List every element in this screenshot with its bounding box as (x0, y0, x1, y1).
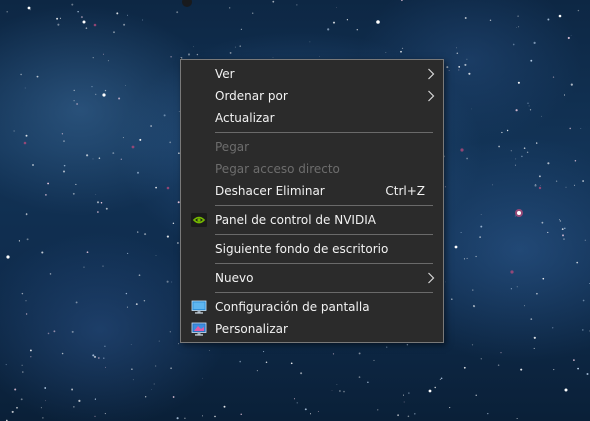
menu-separator (215, 263, 433, 264)
menu-item-pegar[interactable]: Pegar (181, 136, 443, 158)
menu-item-ordenar-por[interactable]: Ordenar por (181, 85, 443, 107)
menu-item-nvidia-panel[interactable]: Panel de control de NVIDIA (181, 209, 443, 231)
menu-item-configuracion-pantalla[interactable]: Configuración de pantalla (181, 296, 443, 318)
display-settings-icon (191, 300, 207, 314)
menu-item-pegar-acceso-directo[interactable]: Pegar acceso directo (181, 158, 443, 180)
desktop-context-menu: Ver Ordenar por Actualizar Pegar Pegar a… (180, 59, 444, 343)
menu-item-personalizar[interactable]: Personalizar (181, 318, 443, 340)
nvidia-icon (191, 213, 207, 227)
menu-item-label: Panel de control de NVIDIA (215, 213, 376, 227)
chevron-right-icon (428, 68, 435, 80)
menu-item-shortcut: Ctrl+Z (385, 184, 425, 198)
menu-item-ver[interactable]: Ver (181, 63, 443, 85)
menu-item-label: Ver (215, 67, 235, 81)
menu-separator (215, 234, 433, 235)
menu-item-label: Pegar (215, 140, 250, 154)
menu-item-deshacer-eliminar[interactable]: Deshacer Eliminar Ctrl+Z (181, 180, 443, 202)
chevron-right-icon (428, 90, 435, 102)
menu-item-siguiente-fondo[interactable]: Siguiente fondo de escritorio (181, 238, 443, 260)
menu-separator (215, 205, 433, 206)
menu-item-label: Siguiente fondo de escritorio (215, 242, 389, 256)
menu-item-label: Nuevo (215, 271, 254, 285)
menu-item-label: Configuración de pantalla (215, 300, 370, 314)
chevron-right-icon (428, 272, 435, 284)
desktop-background[interactable]: Ver Ordenar por Actualizar Pegar Pegar a… (0, 0, 590, 421)
personalize-icon (191, 322, 207, 336)
menu-item-label: Ordenar por (215, 89, 288, 103)
menu-separator (215, 292, 433, 293)
menu-item-label: Actualizar (215, 111, 275, 125)
menu-item-label: Pegar acceso directo (215, 162, 340, 176)
menu-item-label: Deshacer Eliminar (215, 184, 325, 198)
menu-item-nuevo[interactable]: Nuevo (181, 267, 443, 289)
menu-item-label: Personalizar (215, 322, 288, 336)
menu-separator (215, 132, 433, 133)
menu-item-actualizar[interactable]: Actualizar (181, 107, 443, 129)
